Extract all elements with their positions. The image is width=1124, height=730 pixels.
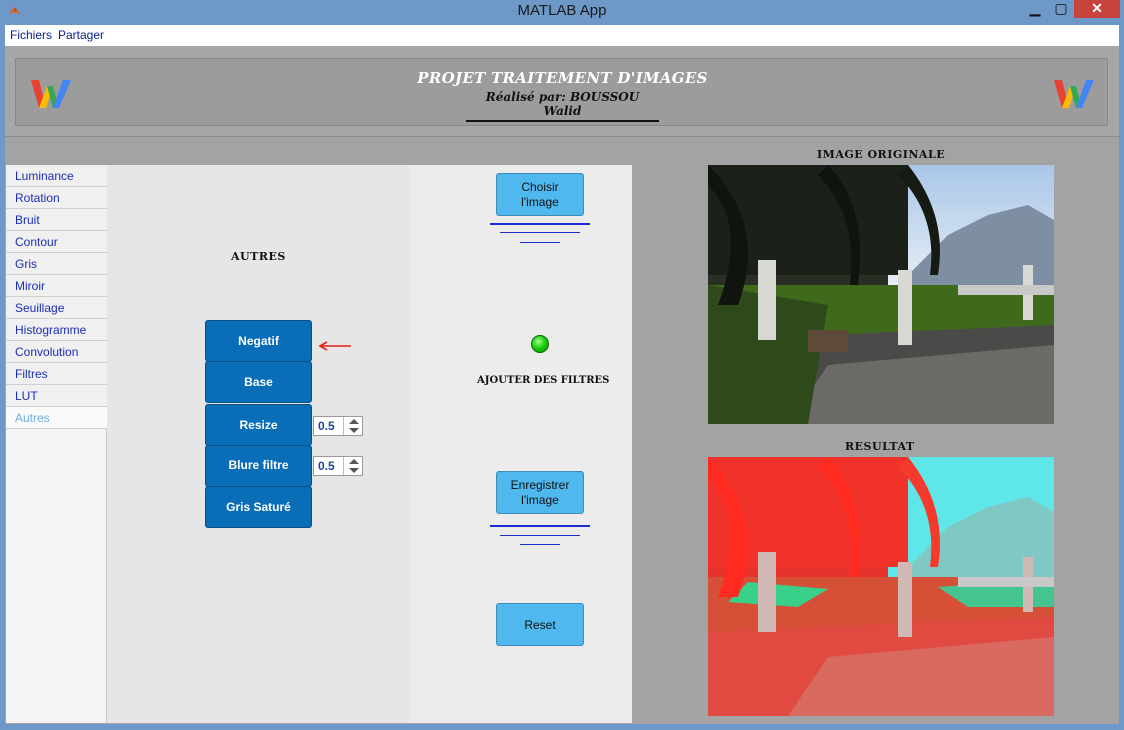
save-image-button[interactable]: Enregistrer l'image: [496, 471, 584, 514]
resize-value: 0.5: [318, 419, 335, 433]
app-window: MATLAB App ▁ ▢ ✕ Fichiers Partager PROJE…: [0, 0, 1124, 730]
original-image: [708, 165, 1054, 424]
header-banner: PROJET TRAITEMENT D'IMAGES Réalisé par: …: [15, 58, 1108, 126]
maximize-button[interactable]: ▢: [1048, 0, 1074, 18]
divider-line: [500, 535, 580, 536]
negatif-button-label: Negatif: [238, 334, 279, 348]
choose-image-button[interactable]: Choisir l'image: [496, 173, 584, 216]
spin-up-icon[interactable]: [349, 459, 359, 464]
tab-gris[interactable]: Gris: [6, 253, 107, 275]
red-arrow-icon: [318, 341, 351, 351]
spin-down-icon[interactable]: [349, 468, 359, 473]
app-client-area: PROJET TRAITEMENT D'IMAGES Réalisé par: …: [5, 46, 1119, 724]
tab-miroir[interactable]: Miroir: [6, 275, 107, 297]
gris-sature-button-label: Gris Saturé: [226, 500, 291, 514]
menu-bar: Fichiers Partager: [5, 25, 1119, 46]
header-panel: PROJET TRAITEMENT D'IMAGES Réalisé par: …: [5, 46, 1119, 137]
tab-filtres[interactable]: Filtres: [6, 363, 107, 385]
tab-convolution[interactable]: Convolution: [6, 341, 107, 363]
blur-spinner-arrows[interactable]: [343, 457, 363, 475]
minimize-button[interactable]: ▁: [1022, 0, 1048, 18]
menu-fichiers[interactable]: Fichiers: [10, 28, 52, 42]
base-button-label: Base: [244, 375, 273, 389]
blur-filter-button-label: Blure filtre: [228, 458, 289, 472]
reset-button[interactable]: Reset: [496, 603, 584, 646]
divider-line: [520, 544, 560, 545]
tab-seuillage[interactable]: Seuillage: [6, 297, 107, 319]
project-author: Réalisé par: BOUSSOU Walid: [466, 90, 659, 122]
tab-luminance[interactable]: Luminance: [6, 165, 107, 187]
resize-spinner[interactable]: 0.5: [313, 416, 363, 436]
result-image: [708, 457, 1054, 716]
blur-value: 0.5: [318, 459, 335, 473]
choose-image-label-1: Choisir: [521, 180, 559, 194]
divider-line: [500, 232, 580, 233]
tab-contour[interactable]: Contour: [6, 231, 107, 253]
gris-sature-button[interactable]: Gris Saturé: [205, 486, 312, 528]
project-title: PROJET TRAITEMENT D'IMAGES: [417, 69, 708, 87]
close-button[interactable]: ✕: [1074, 0, 1120, 18]
divider-line: [490, 223, 590, 225]
base-button[interactable]: Base: [205, 361, 312, 403]
blur-filter-button[interactable]: Blure filtre: [205, 445, 312, 487]
resize-button-label: Resize: [239, 418, 278, 432]
tab-lut[interactable]: LUT: [6, 385, 107, 407]
divider-line: [520, 242, 560, 243]
resize-spinner-arrows[interactable]: [343, 417, 363, 435]
tab-histogramme[interactable]: Histogramme: [6, 319, 107, 341]
divider-line: [490, 525, 590, 527]
tab-bruit[interactable]: Bruit: [6, 209, 107, 231]
reset-button-label: Reset: [524, 618, 556, 632]
choose-image-label-2: l'image: [521, 195, 559, 209]
tab-autres[interactable]: Autres: [6, 407, 107, 429]
resize-button[interactable]: Resize: [205, 404, 312, 446]
spin-down-icon[interactable]: [349, 428, 359, 433]
negatif-button[interactable]: Negatif: [205, 320, 312, 362]
result-image-title: RESULTAT: [845, 440, 915, 453]
autres-panel: AUTRES Negatif Base Resize 0.5 Blure fil…: [107, 165, 632, 723]
original-image-title: IMAGE ORIGINALE: [817, 148, 946, 161]
menu-partager[interactable]: Partager: [58, 28, 104, 42]
spin-up-icon[interactable]: [349, 419, 359, 424]
add-filters-label: AJOUTER DES FILTRES: [477, 375, 610, 386]
w-logo-icon: [1054, 80, 1094, 108]
tab-list: Luminance Rotation Bruit Contour Gris Mi…: [6, 165, 107, 723]
status-led-icon: [531, 335, 549, 353]
title-bar: MATLAB App ▁ ▢ ✕: [0, 0, 1124, 24]
blur-spinner[interactable]: 0.5: [313, 456, 363, 476]
section-label: AUTRES: [231, 250, 286, 263]
save-image-label-2: l'image: [521, 493, 559, 507]
window-title: MATLAB App: [517, 2, 607, 19]
save-image-label-1: Enregistrer: [510, 478, 570, 492]
tab-rotation[interactable]: Rotation: [6, 187, 107, 209]
